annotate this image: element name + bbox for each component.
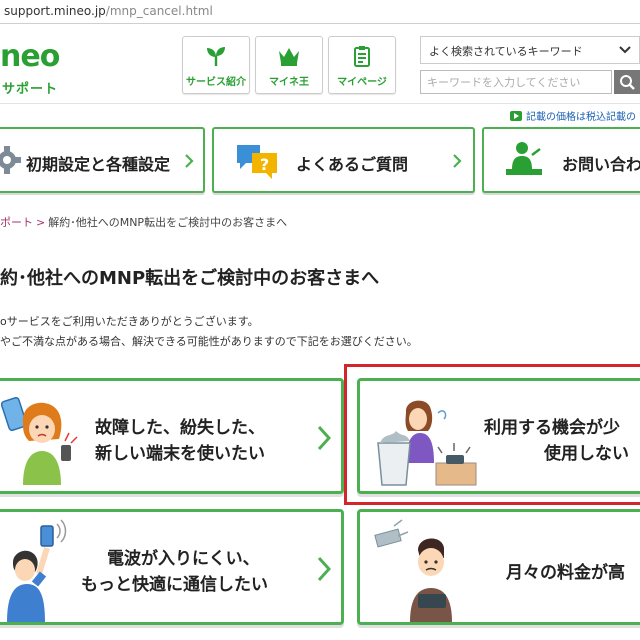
nav-label: マイネ王	[269, 77, 309, 88]
nav-initial-settings[interactable]: 初期設定と各種設定	[0, 127, 205, 193]
sprout-icon	[207, 47, 225, 66]
nav-label: よくあるご質問	[296, 155, 409, 174]
man-holding-phone-illustration	[7, 519, 67, 622]
keyword-select-value: よく検索されているキーワード	[429, 45, 583, 58]
tax-note-link[interactable]: 記載の価格は税込記載の	[510, 108, 636, 123]
choice-text: 故障した、紛失した、	[95, 418, 265, 438]
keyword-search-input[interactable]	[420, 70, 612, 94]
man-with-wallet-illustration	[374, 519, 452, 622]
chevron-right-icon	[317, 425, 331, 451]
mineo-logo[interactable]: neo	[0, 42, 60, 72]
choice-poor-signal[interactable]: 電波が入りにくい、 もっと快適に通信したい	[0, 509, 344, 625]
site-header: neo サポート サービス紹介 マイネ王 マイページ よく検索されているキーワー…	[0, 24, 640, 104]
support-person-icon	[506, 142, 542, 175]
search-icon	[620, 75, 635, 90]
nav-label: サービス紹介	[186, 77, 246, 88]
gear-icon	[0, 146, 21, 174]
choice-high-fee[interactable]: 月々の料金が高	[357, 509, 640, 625]
chevron-right-icon	[317, 556, 331, 582]
page-title: 約･他社へのMNP転出をご検討中のお客さまへ	[0, 268, 380, 289]
choice-text: 電波が入りにくい、	[107, 549, 260, 569]
nav-my-page[interactable]: マイページ	[328, 36, 396, 94]
nav-label: お問い合わ	[562, 155, 640, 174]
intro-text: やご不満な点がある場合、解決できる可能性がありますので下記をお選びください。	[0, 335, 418, 348]
choice-broken-lost[interactable]: 故障した、紛失した、 新しい端末を使いたい	[0, 378, 344, 494]
svg-text:?: ?	[260, 155, 269, 174]
intro-text: oサービスをご利用いただきありがとうございます。	[0, 315, 259, 328]
breadcrumb: ポート > 解約･他社へのMNP転出をご検討中のお客さまへ	[0, 216, 288, 229]
keyword-select[interactable]: よく検索されているキーワード	[420, 36, 640, 64]
nav-faq[interactable]: ? よくあるご質問	[212, 127, 475, 193]
breadcrumb-top-link[interactable]: ポート	[0, 216, 33, 229]
choice-text: 新しい端末を使いたい	[95, 444, 265, 464]
nav-label: マイページ	[337, 77, 387, 88]
play-icon	[510, 111, 522, 121]
choice-text: もっと快適に通信したい	[81, 575, 268, 595]
address-bar[interactable]: support.mineo.jp/mnp_cancel.html	[0, 0, 640, 24]
nav-mineo-king[interactable]: マイネ王	[255, 36, 323, 94]
breadcrumb-current: 解約･他社へのMNP転出をご検討中のお客さまへ	[48, 216, 288, 229]
nav-contact[interactable]: お問い合わ	[482, 127, 640, 193]
clipboard-icon	[354, 46, 370, 67]
chevron-right-icon	[185, 154, 194, 168]
logo-subtitle: サポート	[2, 82, 59, 97]
woman-with-phone-illustration	[1, 396, 78, 485]
nav-service-intro[interactable]: サービス紹介	[182, 36, 250, 94]
choice-text: 月々の料金が高	[506, 563, 625, 583]
chevron-right-icon	[453, 154, 462, 168]
search-button[interactable]	[614, 70, 640, 94]
crown-icon	[279, 48, 299, 66]
nav-label: 初期設定と各種設定	[26, 155, 171, 174]
url-text: support.mineo.jp/mnp_cancel.html	[4, 4, 213, 18]
question-bubble-icon: ?	[237, 145, 277, 179]
chevron-down-icon	[619, 46, 631, 54]
highlight-box	[344, 364, 640, 505]
